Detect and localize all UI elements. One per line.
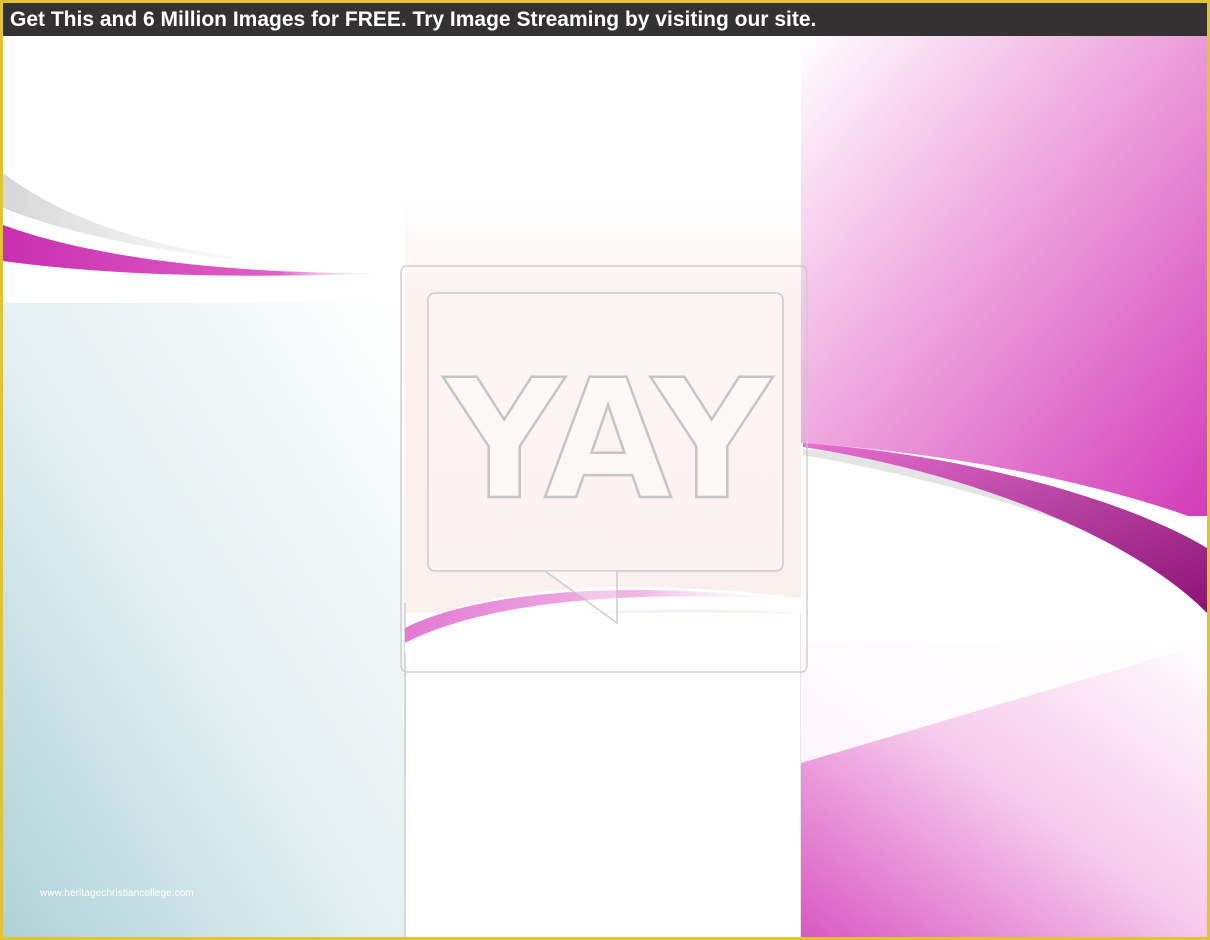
image-frame: Get This and 6 Million Images for FREE. …: [0, 0, 1210, 940]
watermark-text: YAY: [442, 344, 774, 536]
center-panel-bottom: [405, 613, 801, 937]
website-url-text: www.heritagechristiancollege.com: [40, 888, 194, 899]
right-panel-top-gradient: [801, 36, 1207, 516]
promo-banner[interactable]: Get This and 6 Million Images for FREE. …: [3, 3, 1207, 36]
brochure-template-artwork: YAY: [3, 36, 1207, 937]
left-panel-magenta-swoosh: [3, 225, 398, 276]
left-panel-teal-wash: [3, 303, 405, 937]
